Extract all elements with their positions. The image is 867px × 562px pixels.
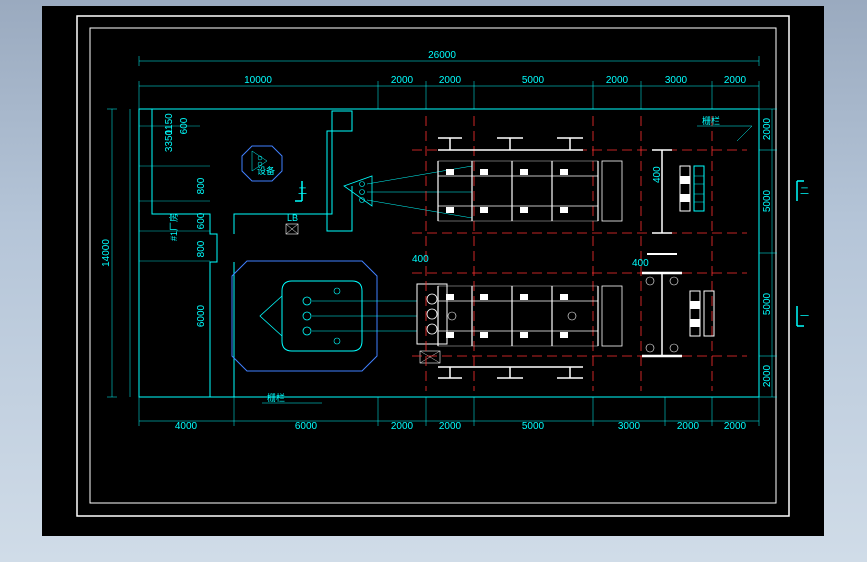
beams-bottom xyxy=(438,367,583,378)
conn-line xyxy=(367,200,472,218)
dim-right-seg-0: 2000 xyxy=(762,117,773,140)
fence-bottom-label: 栅栏 xyxy=(267,392,285,403)
dim-400-c: 400 xyxy=(632,258,649,269)
dim-right-seg-3: 2000 xyxy=(762,364,773,387)
port-icon xyxy=(334,338,340,344)
dim-left-overall: 14000 xyxy=(101,239,112,267)
outer-frame-1 xyxy=(77,16,789,516)
dim-400-b: 400 xyxy=(652,166,663,183)
dim-top-seg-1: 2000 xyxy=(391,75,414,86)
dim-top-overall: 26000 xyxy=(428,50,456,61)
equipment-triangle-2 xyxy=(260,296,282,336)
dim-400-a: 400 xyxy=(412,254,429,265)
equip-label: 设备 xyxy=(257,165,275,176)
dim-bot-seg-3: 2000 xyxy=(439,421,462,432)
dim-left-seg-2: 600 xyxy=(196,212,207,229)
dim-right-seg-2: 5000 xyxy=(762,292,773,315)
fence-line xyxy=(737,126,752,141)
factory-label: #1厂房 xyxy=(168,213,179,241)
junction-box xyxy=(417,284,447,344)
fence-top-label: 栅栏 xyxy=(702,115,720,126)
junction-port xyxy=(427,324,437,334)
port-icon xyxy=(303,327,311,335)
dim-bot-seg-2: 2000 xyxy=(391,421,414,432)
cad-drawing: 26000 10000 2000 2000 5000 2000 3000 200… xyxy=(42,6,824,536)
dim-top-seg-6: 2000 xyxy=(724,75,747,86)
dim-bot-seg-4: 5000 xyxy=(522,421,545,432)
beams-top xyxy=(438,138,583,150)
dim-top-seg-0: 10000 xyxy=(244,75,272,86)
dim-top-seg-2: 2000 xyxy=(439,75,462,86)
port-icon xyxy=(303,297,311,305)
port-icon xyxy=(334,288,340,294)
dim-right-seg-1: 5000 xyxy=(762,189,773,212)
equipment-triangle-3 xyxy=(344,176,372,206)
dim-top-seg-5: 3000 xyxy=(665,75,688,86)
rack-upper xyxy=(438,161,598,221)
dim-left-seg-6: 1150 xyxy=(164,113,175,135)
dim-left-seg-4: 6000 xyxy=(196,304,207,327)
port-icon xyxy=(360,190,365,195)
dim-left-seg-1: 800 xyxy=(196,177,207,194)
cad-viewport: 26000 10000 2000 2000 5000 2000 3000 200… xyxy=(42,6,824,536)
conn-line xyxy=(367,166,472,184)
dim-top-seg-3: 5000 xyxy=(522,75,545,86)
cad-canvas: 26000 10000 2000 2000 5000 2000 3000 200… xyxy=(42,6,824,536)
svg-text:二: 二 xyxy=(800,186,809,196)
dim-bot-seg-6: 2000 xyxy=(677,421,700,432)
dim-left-seg-5: 600 xyxy=(179,117,190,134)
red-grid xyxy=(412,116,747,391)
junction-port xyxy=(427,309,437,319)
lb-label: LB xyxy=(287,213,298,223)
rack-lower xyxy=(438,286,598,346)
dim-bot-seg-5: 3000 xyxy=(618,421,641,432)
junction-port xyxy=(427,294,437,304)
dim-bot-seg-1: 6000 xyxy=(295,421,318,432)
port-icon xyxy=(303,312,311,320)
port-icon xyxy=(360,182,365,187)
dim-left-seg-3: 800 xyxy=(196,240,207,257)
dim-bot-seg-7: 2000 xyxy=(724,421,747,432)
svg-text:二: 二 xyxy=(298,186,307,196)
dim-bot-seg-0: 4000 xyxy=(175,421,198,432)
svg-text:一: 一 xyxy=(800,311,809,321)
dim-top-seg-4: 2000 xyxy=(606,75,629,86)
